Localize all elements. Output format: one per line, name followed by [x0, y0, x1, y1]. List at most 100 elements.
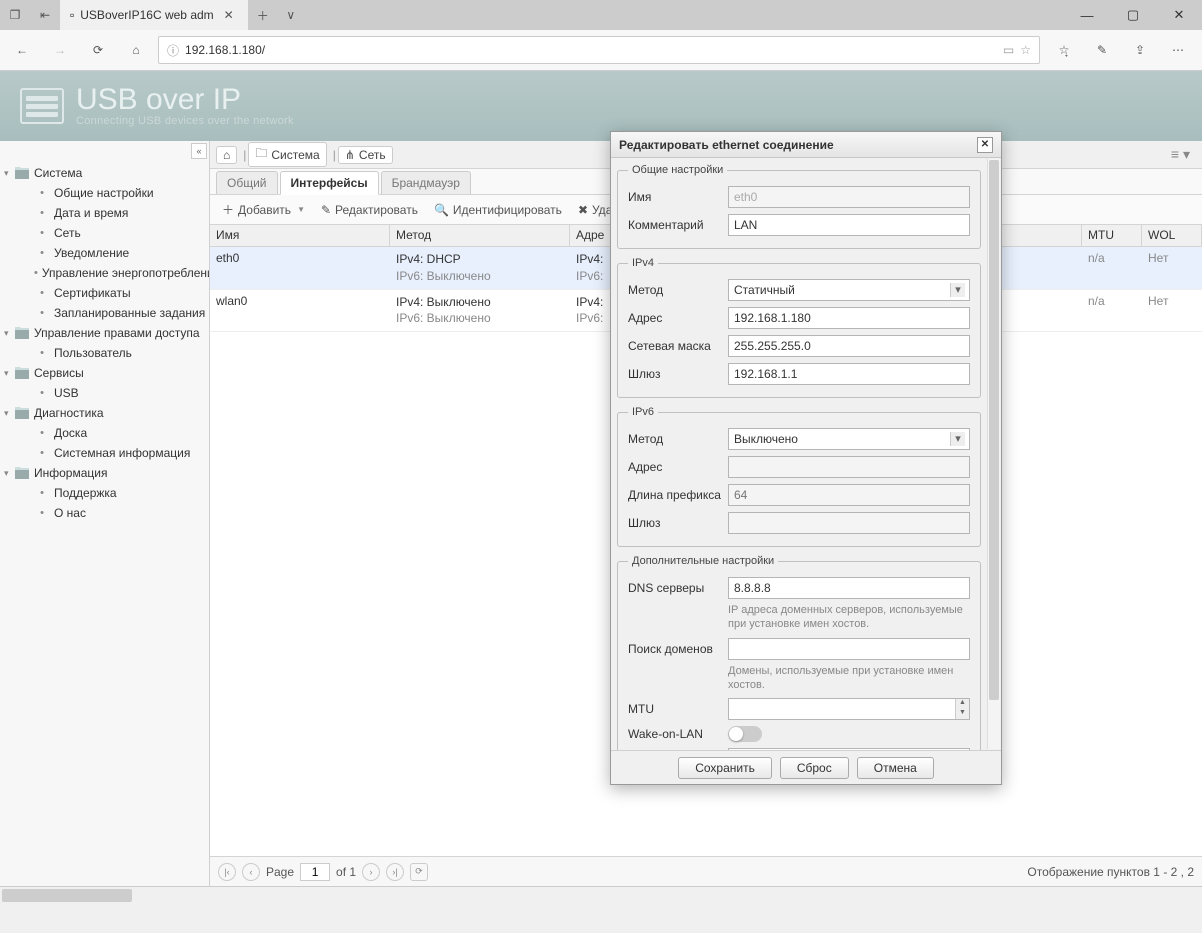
dialog-scrollbar[interactable]	[987, 159, 1000, 749]
close-window-button[interactable]: ✕	[1156, 0, 1202, 30]
sidebar-item[interactable]: •Доска	[0, 423, 209, 443]
more-icon[interactable]: ⋯	[1160, 34, 1196, 66]
col-mtu[interactable]: MTU	[1082, 225, 1142, 246]
sidebar-item[interactable]: •Дата и время	[0, 203, 209, 223]
sidebar-item[interactable]: •Пользователь	[0, 343, 209, 363]
item-icon: •	[34, 385, 50, 401]
identify-button[interactable]: 🔍Идентифицировать	[428, 200, 568, 220]
page-input[interactable]	[300, 863, 330, 881]
save-button[interactable]: Сохранить	[678, 757, 772, 779]
page-prev-button[interactable]: ‹	[242, 863, 260, 881]
comment-input[interactable]	[728, 214, 970, 236]
share-icon[interactable]: ⇪	[1122, 34, 1158, 66]
window-arrow-icon[interactable]: ⇤	[30, 0, 60, 30]
ipv4-mask-input[interactable]	[728, 335, 970, 357]
search-domains-input[interactable]	[728, 638, 970, 660]
dialog-close-button[interactable]: ✕	[977, 137, 993, 153]
page-first-button[interactable]: |‹	[218, 863, 236, 881]
new-tab-button[interactable]: ＋	[249, 0, 277, 30]
col-method[interactable]: Метод	[390, 225, 570, 246]
page-refresh-button[interactable]: ⟳	[410, 863, 428, 881]
search-icon: 🔍	[434, 203, 449, 217]
breadcrumb-home[interactable]: ⌂	[216, 146, 237, 164]
tab-interfaces[interactable]: Интерфейсы	[280, 171, 379, 195]
horizontal-scrollbar[interactable]	[0, 886, 1202, 903]
app-logo-icon	[20, 88, 64, 124]
sidebar-group[interactable]: ▾Информация	[0, 463, 209, 483]
ipv4-method-label: Метод	[628, 283, 728, 297]
window-overlap-icon[interactable]: ❐	[0, 0, 30, 30]
sidebar-item[interactable]: •Общие настройки	[0, 183, 209, 203]
comment-label: Комментарий	[628, 218, 728, 232]
dns-input[interactable]	[728, 577, 970, 599]
page-icon: ▫	[70, 8, 74, 22]
sidebar-group[interactable]: ▾Сервисы	[0, 363, 209, 383]
sidebar-item[interactable]: •Управление энергопотреблени	[0, 263, 209, 283]
ipv6-gateway-input	[728, 512, 970, 534]
url-text: 192.168.1.180/	[185, 43, 997, 57]
add-button[interactable]: ＋Добавить▼	[216, 198, 311, 221]
options-input[interactable]	[728, 748, 970, 750]
favorite-icon[interactable]: ☆	[1020, 43, 1031, 57]
item-icon: •	[34, 245, 50, 261]
ipv6-gateway-label: Шлюз	[628, 516, 728, 530]
forward-button[interactable]: →	[44, 34, 76, 66]
close-icon[interactable]: ✕	[220, 8, 238, 22]
address-bar[interactable]: ⓘ 192.168.1.180/ ▭ ☆	[158, 36, 1040, 64]
name-label: Имя	[628, 190, 728, 204]
folder-icon	[14, 365, 30, 381]
page-next-button[interactable]: ›	[362, 863, 380, 881]
maximize-button[interactable]: ▢	[1110, 0, 1156, 30]
tab-firewall[interactable]: Брандмауэр	[381, 171, 471, 194]
sidebar-item[interactable]: •Сеть	[0, 223, 209, 243]
tab-chevron-icon[interactable]: ∨	[277, 0, 305, 30]
sidebar-group[interactable]: ▾Система	[0, 163, 209, 183]
sidebar-item[interactable]: •Поддержка	[0, 483, 209, 503]
dns-help: IP адреса доменных серверов, используемы…	[728, 603, 970, 632]
sidebar-item[interactable]: •Сертификаты	[0, 283, 209, 303]
page-label: Page	[266, 865, 294, 879]
edit-connection-dialog: Редактировать ethernet соединение ✕ Общи…	[610, 131, 1002, 785]
mtu-spinner[interactable]: ▲▼	[955, 699, 969, 719]
sidebar-item[interactable]: •Уведомление	[0, 243, 209, 263]
ipv4-gateway-input[interactable]	[728, 363, 970, 385]
menu-icon[interactable]: ≡ ▾	[1165, 144, 1196, 165]
col-wol[interactable]: WOL	[1142, 225, 1202, 246]
item-icon: •	[34, 345, 50, 361]
browser-tab[interactable]: ▫ USBoverIP16C web adm ✕	[60, 0, 249, 30]
refresh-button[interactable]: ⟳	[82, 34, 114, 66]
breadcrumb-system[interactable]: 🗀Система	[248, 142, 326, 167]
back-button[interactable]: ←	[6, 34, 38, 66]
notes-icon[interactable]: ✎	[1084, 34, 1120, 66]
folder-icon	[14, 165, 30, 181]
wol-toggle[interactable]	[728, 726, 762, 742]
sidebar-item[interactable]: •USB	[0, 383, 209, 403]
sidebar-item[interactable]: •О нас	[0, 503, 209, 523]
edit-button[interactable]: ✎Редактировать	[315, 200, 424, 220]
item-icon: •	[34, 225, 50, 241]
ipv4-address-input[interactable]	[728, 307, 970, 329]
mtu-input[interactable]	[729, 699, 955, 719]
item-icon: •	[34, 265, 38, 281]
minimize-button[interactable]: —	[1064, 0, 1110, 30]
tab-general[interactable]: Общий	[216, 171, 278, 194]
home-button[interactable]: ⌂	[120, 34, 152, 66]
network-icon: ⋔	[345, 148, 355, 162]
collapse-sidebar-button[interactable]: «	[191, 143, 207, 159]
item-icon: •	[34, 185, 50, 201]
tab-title: USBoverIP16C web adm	[80, 8, 213, 22]
reading-icon[interactable]: ▭	[1003, 43, 1014, 57]
item-icon: •	[34, 205, 50, 221]
breadcrumb-network[interactable]: ⋔Сеть	[338, 146, 393, 164]
sidebar-item[interactable]: •Запланированные задания	[0, 303, 209, 323]
page-last-button[interactable]: ›|	[386, 863, 404, 881]
reset-button[interactable]: Сброс	[780, 757, 849, 779]
ipv6-method-select[interactable]: Выключено	[728, 428, 970, 450]
cancel-button[interactable]: Отмена	[857, 757, 934, 779]
sidebar-item[interactable]: •Системная информация	[0, 443, 209, 463]
col-name[interactable]: Имя	[210, 225, 390, 246]
sidebar-group[interactable]: ▾Диагностика	[0, 403, 209, 423]
favorites-icon[interactable]: ☆͎	[1046, 34, 1082, 66]
sidebar-group[interactable]: ▾Управление правами доступа	[0, 323, 209, 343]
ipv4-method-select[interactable]: Статичный	[728, 279, 970, 301]
